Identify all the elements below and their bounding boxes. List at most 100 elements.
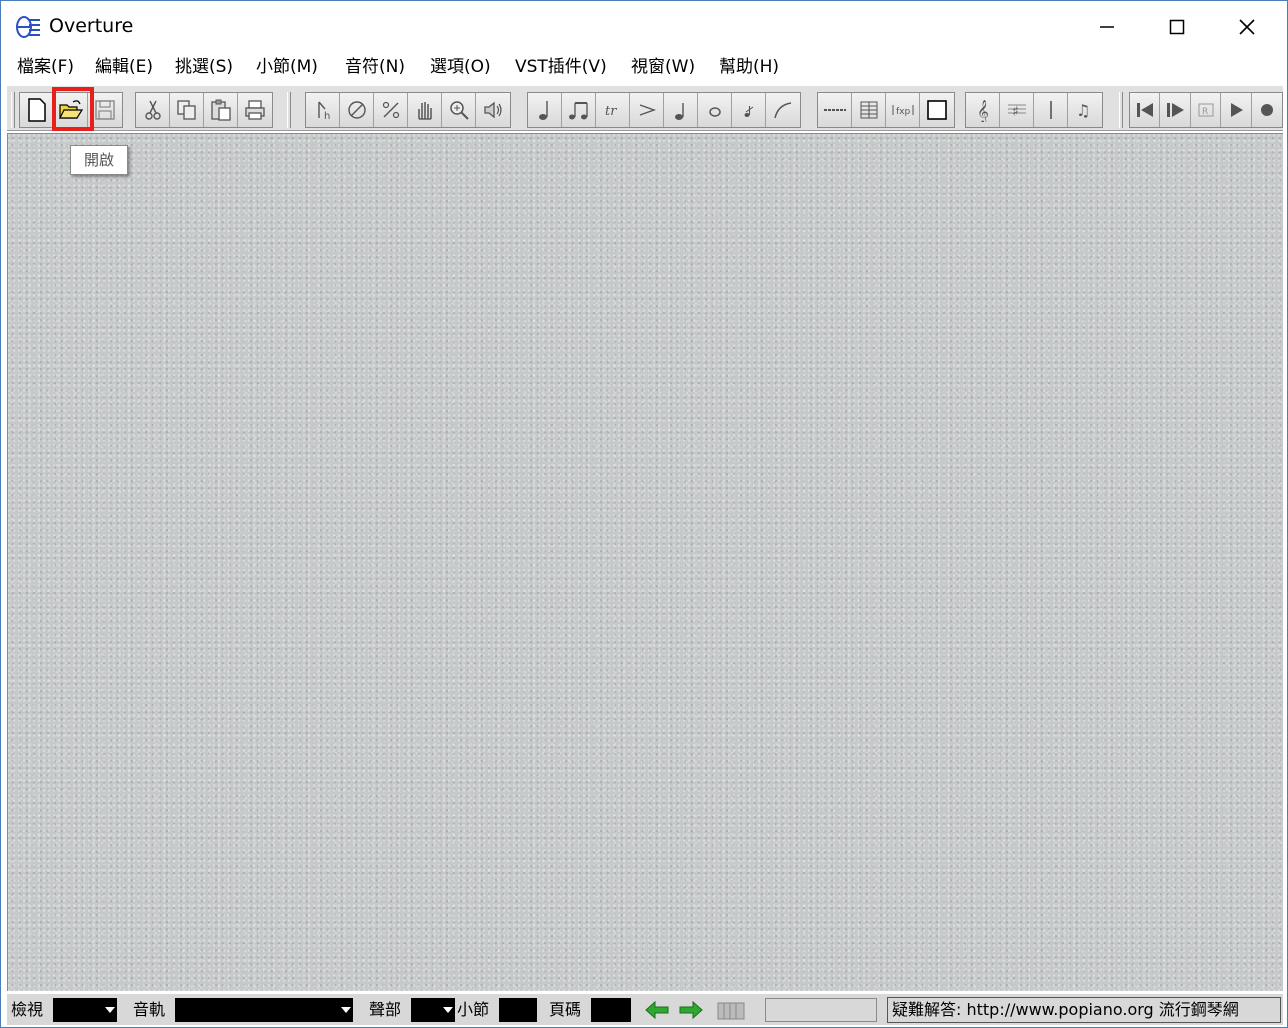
menu-help[interactable]: 幫助(H) [719,55,779,79]
grace-note-button[interactable] [732,93,766,127]
treble-clef-icon: 𝄞 [977,99,989,122]
menu-select[interactable]: 挑選(S) [175,55,233,79]
staff-button[interactable] [852,93,886,127]
quarter-note-button[interactable] [528,93,562,127]
accent-button[interactable] [630,93,664,127]
next-page-button[interactable] [677,998,705,1022]
menu-window[interactable]: 視窗(W) [631,55,695,79]
voice-select[interactable] [411,998,455,1022]
repeat-tool-button[interactable] [374,93,408,127]
maximize-button[interactable] [1147,7,1207,47]
text-tool-button[interactable]: fxp [886,93,920,127]
menu-edit[interactable]: 編輯(E) [95,55,153,79]
svg-text:♫: ♫ [1076,101,1090,120]
progress-panel [765,998,877,1022]
new-file-icon [27,98,46,122]
menu-measure[interactable]: 小節(M) [256,55,318,79]
beamed-notes-button[interactable] [562,93,596,127]
key-signature-button[interactable]: ♯ [1000,93,1034,127]
previous-page-button[interactable] [643,998,671,1022]
toolbar-grip[interactable] [11,92,15,128]
toolbar-group-tools: h [305,92,511,128]
new-file-button[interactable] [20,93,54,127]
measure-field[interactable] [499,998,537,1022]
barline-button[interactable] [1034,93,1068,127]
record-button[interactable]: R [1190,93,1222,127]
key-signature-icon: ♯ [1007,104,1026,120]
minimize-icon [1100,26,1114,28]
voice-label: 聲部 [369,1000,402,1019]
menu-bar: 檔案(F) 編輯(E) 挑選(S) 小節(M) 音符(N) 選項(O) VST插… [1,51,1287,83]
status-bar: 檢視 音軌 聲部 小節 頁碼 疑難解答: http://www.popiano.… [7,993,1283,1025]
minimize-button[interactable] [1077,7,1137,47]
arrow-left-icon [645,1000,669,1020]
toolbar-grip[interactable] [287,92,291,128]
text-frame-icon: fxp [892,105,913,117]
menu-file[interactable]: 檔案(F) [17,55,74,79]
staff-lines-icon [860,101,877,119]
zoom-tool-button[interactable] [442,93,476,127]
rewind-button[interactable] [1130,93,1161,127]
box-icon [927,100,947,120]
cut-button[interactable] [136,93,170,127]
save-disk-icon [95,100,115,120]
svg-text:h: h [324,111,330,121]
open-button-highlight [52,87,94,131]
toolbar-group-transport: R [1129,92,1283,128]
close-button[interactable] [1217,7,1277,47]
box-tool-button[interactable] [920,93,954,127]
toolbar-grip[interactable] [1119,92,1123,128]
trill-button[interactable]: tr [596,93,630,127]
chord-button[interactable]: ♫ [1068,93,1102,127]
menu-note[interactable]: 音符(N) [345,55,405,79]
accent-icon [639,104,656,116]
arrow-note-icon: h [317,101,330,121]
workspace-area[interactable] [7,133,1283,991]
grace-note-icon [744,106,753,117]
erase-tool-button[interactable] [340,93,374,127]
paste-button[interactable] [204,93,238,127]
skip-start-icon [1136,103,1153,117]
hand-tool-button[interactable] [408,93,442,127]
track-select[interactable] [175,998,353,1022]
copy-icon [176,100,196,120]
speaker-icon [484,101,502,119]
svg-text:tr: tr [605,104,617,119]
track-label: 音軌 [133,1000,166,1019]
maximize-icon [1169,19,1185,35]
copy-button[interactable] [170,93,204,127]
printer-icon [245,100,265,120]
menu-options[interactable]: 選項(O) [430,55,491,79]
ottava-line-icon [823,109,846,111]
toolbar-group-notes: tr [527,92,801,128]
svg-text:fxp: fxp [896,107,910,117]
keyboard-button[interactable] [717,998,745,1022]
arrow-right-icon [679,1000,703,1020]
chevron-down-icon [341,1007,351,1013]
ottava-button[interactable] [818,93,852,127]
window-title: Overture [49,15,134,37]
step-forward-icon [1167,103,1185,117]
whole-note-button[interactable] [698,93,732,127]
open-tooltip: 開啟 [70,145,128,175]
stop-button[interactable] [1251,93,1282,127]
speaker-tool-button[interactable] [476,93,510,127]
slur-button[interactable] [766,93,800,127]
scissors-icon [144,100,161,120]
select-tool-button[interactable]: h [306,93,340,127]
eighth-note-button[interactable] [664,93,698,127]
step-forward-button[interactable] [1160,93,1191,127]
print-button[interactable] [238,93,272,127]
menu-vst-plugins[interactable]: VST插件(V) [515,55,607,79]
view-select[interactable] [53,998,117,1022]
barline-icon [1049,101,1052,119]
toolbar-group-clef: 𝄞 ♯ ♫ [965,92,1103,128]
beamed-eighth-notes-icon [568,102,588,120]
chord-notes-icon: ♫ [1076,101,1090,120]
play-button[interactable] [1221,93,1252,127]
chevron-down-icon [443,1007,453,1013]
svg-text:♯: ♯ [1012,104,1019,120]
page-field[interactable] [591,998,631,1022]
clef-button[interactable]: 𝄞 [966,93,1000,127]
note-icon [674,103,684,120]
